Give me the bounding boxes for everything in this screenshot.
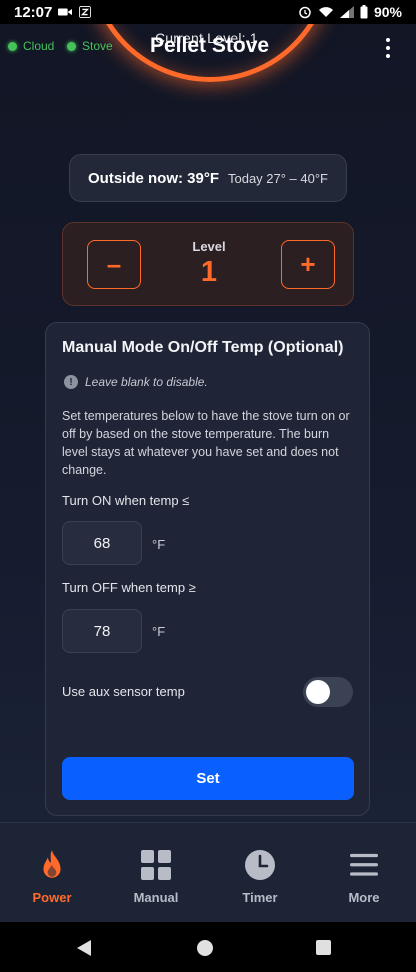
manual-mode-card: Manual Mode On/Off Temp (Optional) ! Lea… — [45, 322, 370, 816]
manual-mode-hint-text: Leave blank to disable. — [85, 375, 208, 389]
level-control: – Level 1 + — [62, 222, 354, 306]
manual-mode-title: Manual Mode On/Off Temp (Optional) — [62, 339, 344, 356]
menu-icon — [347, 848, 381, 882]
nav-more-label: More — [348, 890, 380, 905]
nav-manual[interactable]: Manual — [104, 823, 208, 922]
app-screen: Cloud Stove Current Level: 1 Pellet Stov… — [0, 24, 416, 822]
stove-status-dot — [67, 41, 76, 51]
cloud-status: Cloud — [8, 39, 54, 53]
flame-icon — [35, 848, 69, 882]
nav-timer[interactable]: Timer — [208, 823, 312, 922]
aux-sensor-label: Use aux sensor temp — [62, 684, 185, 699]
turn-off-temp-input[interactable]: 78 — [62, 609, 142, 653]
nav-power[interactable]: Power — [0, 823, 104, 922]
weather-card: Outside now: 39°F Today 27° – 40°F — [69, 154, 347, 202]
turn-on-temp-input[interactable]: 68 — [62, 521, 142, 565]
overflow-menu-icon — [386, 38, 390, 42]
battery-percent: 90% — [373, 4, 402, 20]
cloud-status-label: Cloud — [23, 39, 55, 53]
nav-manual-label: Manual — [133, 890, 179, 905]
back-icon[interactable] — [76, 939, 92, 957]
wifi-icon — [318, 7, 333, 17]
system-nav-bar — [0, 922, 416, 972]
battery-icon — [360, 5, 368, 19]
nav-more[interactable]: More — [312, 823, 416, 922]
nav-power-label: Power — [32, 890, 72, 905]
cloud-status-dot — [8, 41, 17, 51]
turn-on-label: Turn ON when temp ≤ — [62, 493, 190, 508]
turn-off-unit: °F — [152, 624, 166, 639]
home-icon[interactable] — [197, 940, 213, 956]
manual-mode-description: Set temperatures below to have the stove… — [62, 409, 350, 477]
video-camera-icon — [58, 8, 73, 16]
app-header: Cloud Stove Current Level: 1 Pellet Stov… — [0, 24, 416, 68]
set-button[interactable]: Set — [62, 757, 354, 800]
manual-mode-hint: ! Leave blank to disable. — [64, 375, 208, 389]
status-bar: 12:07 90% — [0, 0, 416, 24]
stove-status: Stove — [67, 39, 113, 53]
recents-icon[interactable] — [316, 940, 331, 955]
status-time: 12:07 — [14, 3, 53, 21]
clock-icon — [243, 848, 277, 882]
app-notification-icon — [79, 6, 92, 18]
stove-status-label: Stove — [82, 39, 113, 53]
alarm-icon — [299, 6, 311, 19]
grid-icon — [139, 848, 173, 882]
level-increase-button[interactable]: + — [281, 240, 335, 289]
turn-off-label: Turn OFF when temp ≥ — [62, 580, 196, 595]
today-temp-range: Today 27° – 40°F — [227, 170, 328, 186]
outside-temp: Outside now: 39°F — [88, 169, 220, 187]
overflow-menu-button[interactable] — [380, 38, 396, 58]
page-title: Pellet Stove — [150, 34, 270, 57]
nav-timer-label: Timer — [242, 890, 278, 905]
toggle-knob — [306, 680, 330, 704]
bottom-nav: Power Manual Timer More — [0, 822, 416, 922]
turn-on-unit: °F — [152, 537, 166, 552]
info-icon: ! — [64, 375, 78, 389]
signal-icon — [339, 6, 354, 18]
aux-sensor-toggle[interactable] — [303, 677, 353, 707]
